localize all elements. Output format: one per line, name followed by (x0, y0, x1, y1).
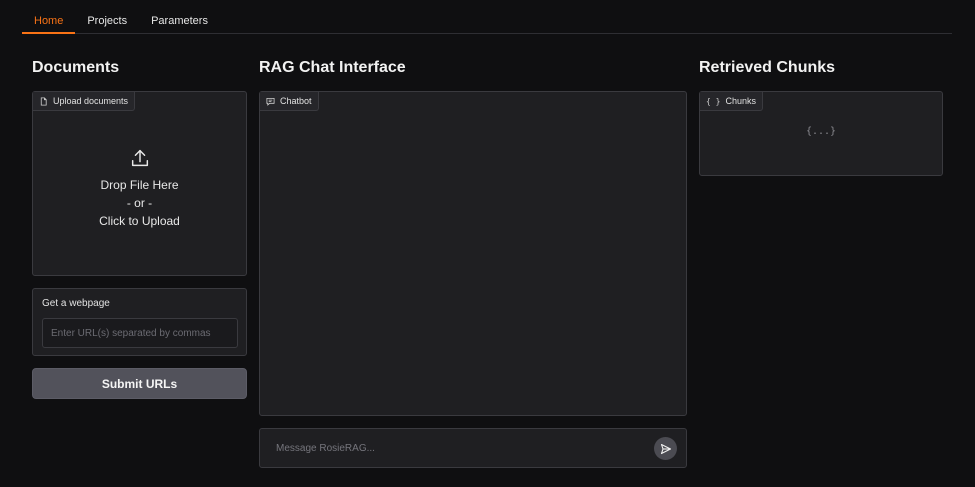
submit-urls-button[interactable]: Submit URLs (32, 368, 247, 399)
braces-icon: { } (706, 96, 721, 106)
drop-file-text: Drop File Here (100, 178, 179, 192)
file-icon (40, 96, 47, 106)
click-to-upload-text: Click to Upload (99, 214, 180, 228)
chatbot-label-text: Chatbot (280, 96, 312, 106)
tab-projects[interactable]: Projects (75, 10, 139, 34)
tab-home[interactable]: Home (22, 10, 76, 34)
upload-dropzone[interactable]: Upload documents Drop File Here - or - C… (32, 91, 247, 276)
chatbot-panel: Chatbot (259, 91, 687, 416)
url-input[interactable] (42, 318, 238, 348)
upload-icon (131, 149, 148, 167)
send-icon (660, 443, 671, 454)
chunks-label: { } Chunks (700, 92, 763, 111)
chat-heading: RAG Chat Interface (259, 59, 406, 76)
chunks-heading: Retrieved Chunks (699, 59, 836, 76)
webpage-block: Get a webpage (32, 288, 247, 356)
json-empty-placeholder: {...} (805, 126, 837, 137)
upload-documents-text: Upload documents (53, 96, 129, 106)
chatbot-label: Chatbot (260, 92, 319, 111)
chunks-panel: { } Chunks {...} (699, 91, 943, 176)
upload-documents-label: Upload documents (33, 92, 136, 111)
or-separator-text: - or - (126, 196, 153, 210)
webpage-label: Get a webpage (42, 298, 110, 309)
upload-prompt: Drop File Here - or - Click to Upload (33, 147, 246, 230)
tab-parameters[interactable]: Parameters (139, 10, 220, 34)
chat-bubble-icon (266, 97, 275, 106)
chunks-label-text: Chunks (725, 96, 756, 106)
tab-bar: Home Projects Parameters (22, 10, 952, 34)
send-button[interactable] (654, 437, 677, 460)
message-box (259, 428, 687, 468)
documents-heading: Documents (32, 59, 120, 76)
message-input[interactable] (268, 437, 648, 459)
